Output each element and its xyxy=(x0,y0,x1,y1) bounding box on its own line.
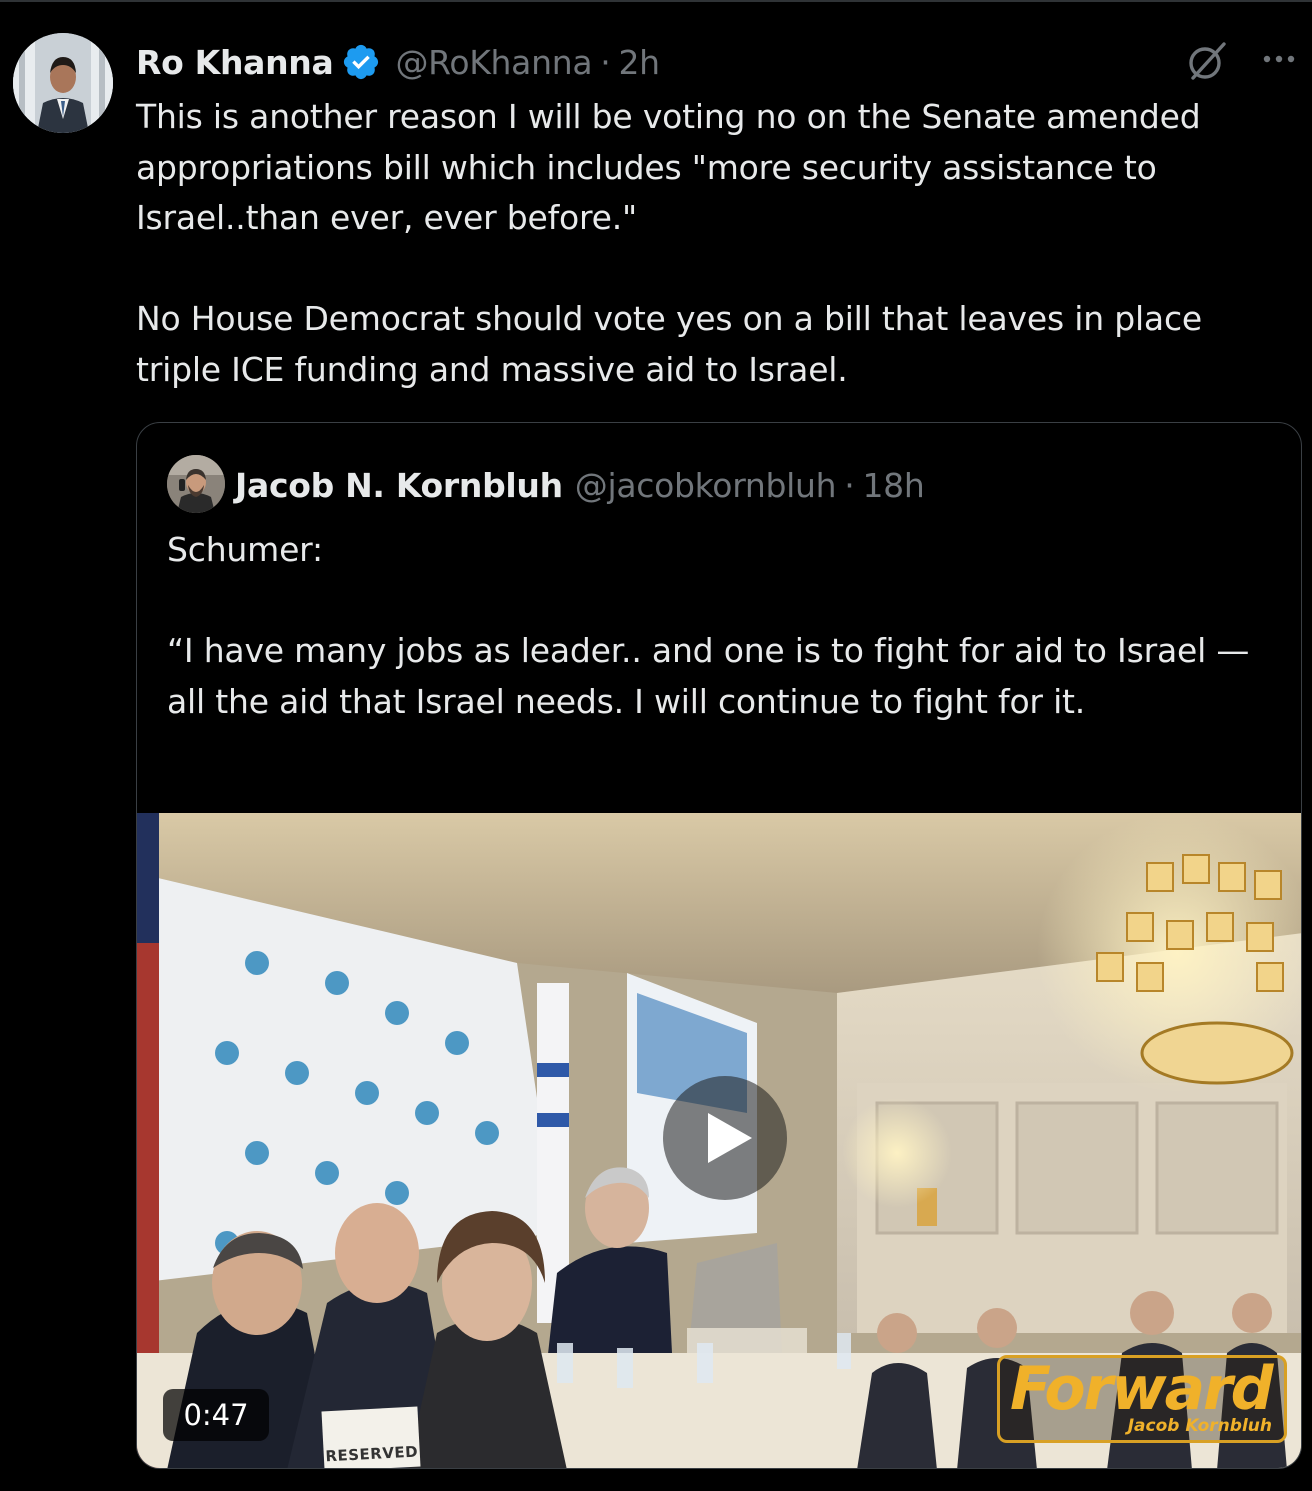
top-divider xyxy=(0,0,1312,2)
quoted-tweet-text: Schumer: “I have many jobs as leader.. a… xyxy=(167,530,1250,721)
verified-badge-icon[interactable] xyxy=(341,42,381,82)
author-avatar[interactable] xyxy=(13,33,113,133)
quoted-author-avatar[interactable] xyxy=(167,455,225,513)
meta-separator: · xyxy=(600,42,611,82)
play-icon xyxy=(708,1113,752,1163)
video-duration-badge: 0:47 xyxy=(163,1389,269,1441)
more-icon[interactable] xyxy=(1258,46,1300,72)
tweet-timestamp[interactable]: 2h xyxy=(618,43,660,82)
quoted-tweet-timestamp[interactable]: 18h xyxy=(862,466,924,505)
watermark-brand: Forward xyxy=(1010,1354,1274,1424)
reserved-sign: RESERVED xyxy=(321,1406,421,1468)
tweet-header: Ro Khanna @RoKhanna · 2h xyxy=(136,38,660,86)
video-player[interactable]: RESERVED Forward Jacob Kornbluh 0:47 xyxy=(137,813,1301,1468)
quoted-tweet-card[interactable]: Jacob N. Kornbluh @jacobkornbluh · 18h S… xyxy=(136,422,1302,1469)
reserved-sign-text: RESERVED xyxy=(325,1442,419,1466)
play-button[interactable] xyxy=(663,1076,787,1200)
grok-icon[interactable] xyxy=(1184,38,1230,84)
quoted-meta-separator: · xyxy=(844,465,855,505)
quoted-avatar-image xyxy=(167,455,225,513)
quoted-author-display-name[interactable]: Jacob N. Kornbluh xyxy=(235,466,563,505)
avatar-image xyxy=(13,33,113,133)
quoted-author-handle[interactable]: @jacobkornbluh xyxy=(575,466,837,505)
tweet-text: This is another reason I will be voting … xyxy=(136,97,1202,389)
watermark-author: Jacob Kornbluh xyxy=(1127,1416,1272,1436)
quoted-tweet-header: Jacob N. Kornbluh @jacobkornbluh · 18h xyxy=(235,461,925,509)
video-watermark: Forward Jacob Kornbluh xyxy=(997,1354,1287,1443)
author-handle[interactable]: @RoKhanna xyxy=(395,43,592,82)
author-display-name[interactable]: Ro Khanna xyxy=(136,43,334,82)
